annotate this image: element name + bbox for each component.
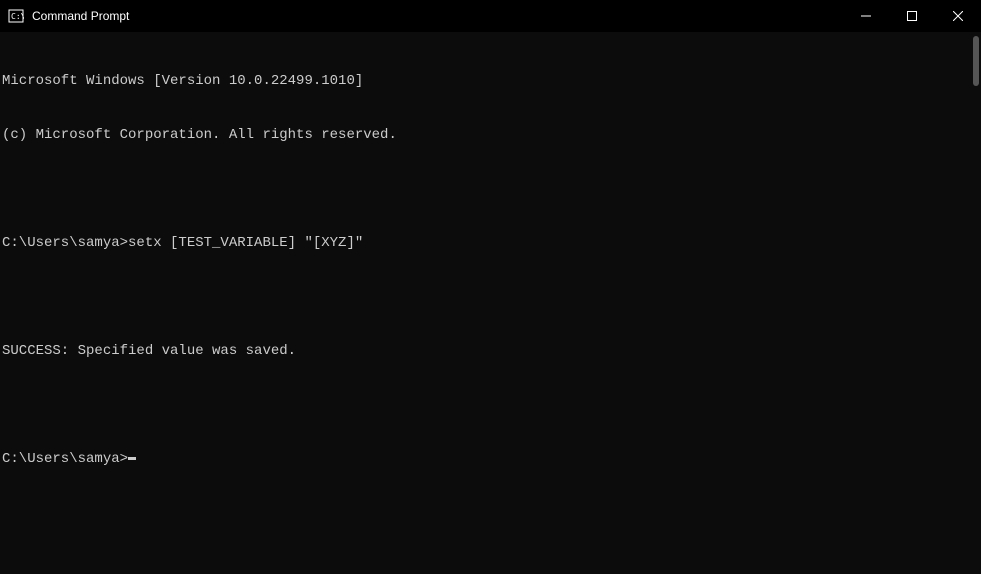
titlebar[interactable]: C:\ Command Prompt bbox=[0, 0, 981, 32]
terminal-line: Microsoft Windows [Version 10.0.22499.10… bbox=[2, 72, 979, 90]
terminal-line: SUCCESS: Specified value was saved. bbox=[2, 342, 979, 360]
terminal-line bbox=[2, 180, 979, 198]
maximize-button[interactable] bbox=[889, 0, 935, 32]
terminal-cursor bbox=[128, 457, 136, 460]
terminal-line bbox=[2, 288, 979, 306]
cmd-icon: C:\ bbox=[8, 8, 24, 24]
window-controls bbox=[843, 0, 981, 32]
terminal-body[interactable]: Microsoft Windows [Version 10.0.22499.10… bbox=[0, 32, 981, 574]
svg-text:C:\: C:\ bbox=[11, 12, 24, 21]
scrollbar-thumb[interactable] bbox=[973, 36, 979, 86]
close-button[interactable] bbox=[935, 0, 981, 32]
terminal-prompt-line: C:\Users\samya> bbox=[2, 450, 979, 468]
terminal-line: C:\Users\samya>setx [TEST_VARIABLE] "[XY… bbox=[2, 234, 979, 252]
terminal-prompt: C:\Users\samya> bbox=[2, 450, 128, 468]
terminal-line: (c) Microsoft Corporation. All rights re… bbox=[2, 126, 979, 144]
minimize-button[interactable] bbox=[843, 0, 889, 32]
terminal-content: Microsoft Windows [Version 10.0.22499.10… bbox=[2, 36, 979, 504]
terminal-line bbox=[2, 396, 979, 414]
window-title: Command Prompt bbox=[32, 9, 843, 23]
